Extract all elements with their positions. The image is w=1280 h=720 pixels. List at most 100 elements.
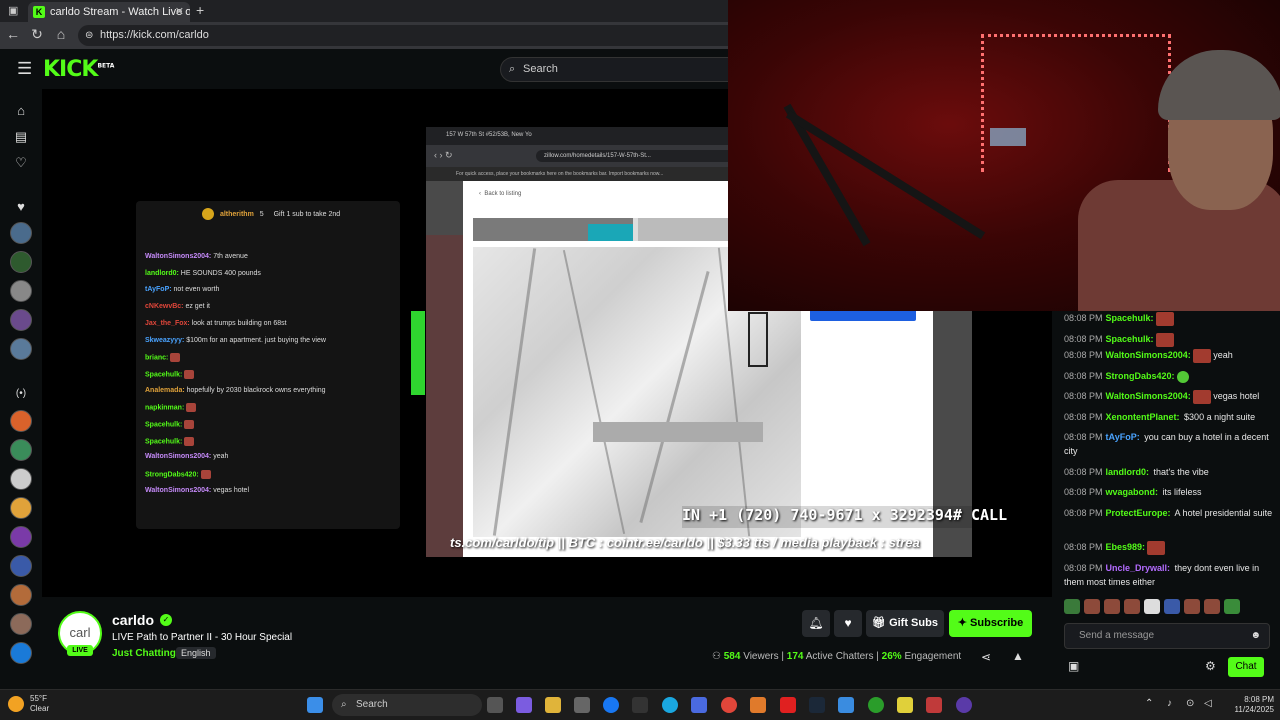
menu-icon[interactable]: ☰ [17, 59, 32, 79]
calculator-icon[interactable] [691, 697, 707, 713]
emote[interactable] [1204, 599, 1220, 614]
channel-avatar[interactable] [10, 338, 32, 360]
task-view-icon[interactable] [487, 697, 503, 713]
chat-username[interactable]: wvagabond: [1106, 487, 1159, 497]
channel-avatar[interactable] [10, 526, 32, 548]
emote[interactable] [1104, 599, 1120, 614]
chat-message[interactable]: 08:08 PM tAyFoP: you can buy a hotel in a… [1064, 430, 1278, 458]
chat-username[interactable]: Ebes989: [1106, 542, 1146, 552]
xbox-icon[interactable] [868, 697, 884, 713]
channel-avatar[interactable] [10, 309, 32, 331]
close-tab-icon[interactable]: ✕ [175, 2, 184, 22]
emote-bar[interactable] [1064, 599, 1270, 617]
favorites-icon[interactable]: ♥ [13, 199, 29, 215]
youtube-icon[interactable] [780, 697, 796, 713]
chat-message[interactable]: 08:08 PM WaltonSimons2004: yeah [1064, 348, 1278, 363]
volume-icon[interactable]: ◁ [1204, 698, 1212, 709]
gift-subs-button[interactable]: 🎁︎ Gift Subs [866, 610, 944, 637]
chat-message[interactable]: 08:08 PM wvagabond: its lifeless [1064, 485, 1278, 499]
chat-username[interactable]: Spacehulk: [1106, 313, 1154, 323]
emote[interactable] [1224, 599, 1240, 614]
chrome-icon[interactable] [721, 697, 737, 713]
url-field[interactable]: ⊜ https://kick.com/carldo [78, 25, 738, 46]
channel-avatar[interactable] [10, 497, 32, 519]
new-tab-icon[interactable]: + [196, 2, 204, 18]
kick-logo[interactable]: KICKBETA [43, 57, 114, 82]
obs-icon[interactable] [956, 697, 972, 713]
store-icon[interactable] [574, 697, 590, 713]
subscribe-button[interactable]: ✦ Subscribe [949, 610, 1032, 637]
emote[interactable] [1084, 599, 1100, 614]
app-icon[interactable] [926, 697, 942, 713]
chat-username[interactable]: XenontentPlanet: [1106, 412, 1180, 422]
site-info-icon[interactable]: ⊜ [85, 25, 93, 46]
window-menu-icon[interactable]: ▣ [8, 4, 18, 17]
chat-message[interactable]: 08:08 PM XenontentPlanet: $300 a night su… [1064, 410, 1278, 424]
channel-avatar[interactable] [10, 439, 32, 461]
facebook-icon[interactable] [603, 697, 619, 713]
app-icon[interactable] [838, 697, 854, 713]
channel-avatar[interactable] [10, 642, 32, 664]
chat-username[interactable]: tAyFoP: [1106, 432, 1140, 442]
send-message-input[interactable]: Send a message ☻ [1064, 623, 1270, 649]
edge-icon[interactable] [662, 697, 678, 713]
browse-nav-icon[interactable]: ▤ [13, 129, 29, 145]
channel-avatar[interactable] [10, 613, 32, 635]
back-icon[interactable]: ← [4, 26, 22, 42]
mic-tray-icon[interactable]: ♪ [1167, 698, 1172, 709]
chat-send-button[interactable]: Chat [1228, 657, 1264, 677]
emote[interactable] [1184, 599, 1200, 614]
channel-name[interactable]: carldo [112, 612, 154, 628]
chat-username[interactable]: Uncle_Drywall: [1106, 563, 1171, 573]
channel-avatar[interactable] [10, 410, 32, 432]
notes-icon[interactable] [897, 697, 913, 713]
chat-username[interactable]: ProtectEurope: [1106, 508, 1171, 518]
report-icon[interactable]: ▲ [1012, 649, 1024, 663]
channel-avatar[interactable] [10, 280, 32, 302]
copilot-icon[interactable] [516, 697, 532, 713]
file-explorer-icon[interactable] [545, 697, 561, 713]
share-icon[interactable]: ⋖ [981, 650, 991, 664]
emoji-picker-icon[interactable]: ☻ [1250, 624, 1261, 648]
chat-message[interactable]: 08:08 PM Ebes989: [1064, 540, 1278, 555]
chat-message[interactable]: 08:08 PM StrongDabs420: [1064, 369, 1278, 383]
chat-username[interactable]: landlord0: [1106, 467, 1150, 477]
weather-widget[interactable]: 55°F Clear [8, 694, 49, 714]
chat-username[interactable]: WaltonSimons2004: [1106, 391, 1191, 401]
chat-username[interactable]: Spacehulk: [1106, 334, 1154, 344]
channel-avatar[interactable] [10, 555, 32, 577]
taskbar-search[interactable]: ⌕ Search [332, 694, 482, 716]
steam-icon[interactable] [809, 697, 825, 713]
system-clock[interactable]: 8:08 PM 11/24/2025 [1224, 695, 1274, 715]
tray-chevron-icon[interactable]: ⌃ [1145, 698, 1153, 709]
shop-icon[interactable]: ▣ [1068, 659, 1079, 673]
chat-message[interactable]: 08:08 PM WaltonSimons2004: vegas hotel [1064, 389, 1278, 404]
chat-message[interactable]: 08:08 PM landlord0: that's the vibe [1064, 465, 1278, 479]
channel-avatar[interactable] [10, 468, 32, 490]
channel-avatar[interactable] [10, 584, 32, 606]
emote[interactable] [1124, 599, 1140, 614]
language-tag[interactable]: English [176, 647, 216, 659]
follow-heart-icon[interactable]: ♥ [834, 610, 862, 637]
chat-message[interactable]: 08:08 PM Uncle_Drywall: they dont even li… [1064, 561, 1278, 589]
app-icon[interactable] [750, 697, 766, 713]
channel-avatar[interactable] [10, 251, 32, 273]
reload-icon[interactable]: ↻ [28, 26, 46, 43]
home-nav-icon[interactable]: ⌂ [13, 103, 29, 119]
emote[interactable] [1164, 599, 1180, 614]
search-input[interactable]: ⌕ Search [500, 57, 740, 82]
amazon-icon[interactable] [632, 697, 648, 713]
network-icon[interactable]: ⊙ [1186, 698, 1194, 709]
chat-username[interactable]: StrongDabs420: [1106, 371, 1175, 381]
channel-avatar[interactable] [10, 222, 32, 244]
chat-message[interactable]: 08:08 PM ProtectEurope: A hotel president… [1064, 506, 1278, 520]
chat-username[interactable]: WaltonSimons2004: [1106, 350, 1191, 360]
emote[interactable] [1064, 599, 1080, 614]
chat-message[interactable]: 08:08 PM Spacehulk: [1064, 332, 1278, 347]
category-link[interactable]: Just Chatting [112, 648, 176, 659]
following-nav-icon[interactable]: ♡ [13, 155, 29, 171]
emote[interactable] [1144, 599, 1160, 614]
home-icon[interactable]: ⌂ [52, 26, 70, 42]
start-icon[interactable] [307, 697, 323, 713]
browser-tab[interactable]: K carldo Stream - Watch Live on Kic ✕ [28, 2, 190, 22]
